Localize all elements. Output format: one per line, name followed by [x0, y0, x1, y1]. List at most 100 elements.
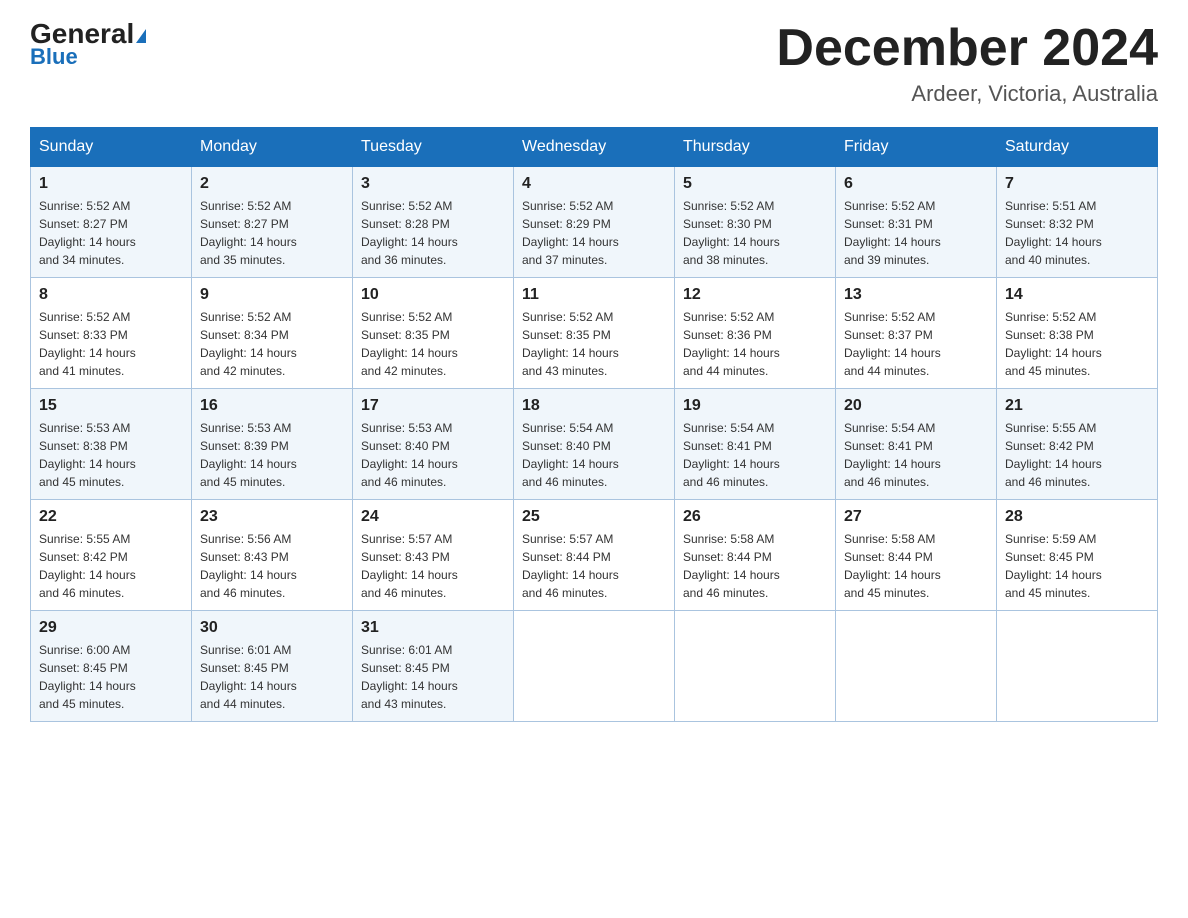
- day-info: Sunrise: 5:52 AMSunset: 8:37 PMDaylight:…: [844, 308, 988, 380]
- day-info: Sunrise: 6:00 AMSunset: 8:45 PMDaylight:…: [39, 641, 183, 713]
- day-number: 12: [683, 286, 827, 304]
- day-info: Sunrise: 5:52 AMSunset: 8:30 PMDaylight:…: [683, 197, 827, 269]
- calendar-cell: 31 Sunrise: 6:01 AMSunset: 8:45 PMDayligh…: [353, 611, 514, 722]
- calendar-day-header: Wednesday: [514, 128, 675, 167]
- calendar-cell: 8 Sunrise: 5:52 AMSunset: 8:33 PMDaylight…: [31, 278, 192, 389]
- day-number: 2: [200, 175, 344, 193]
- calendar-cell: 25 Sunrise: 5:57 AMSunset: 8:44 PMDayligh…: [514, 500, 675, 611]
- calendar-cell: 2 Sunrise: 5:52 AMSunset: 8:27 PMDaylight…: [192, 167, 353, 278]
- day-info: Sunrise: 5:58 AMSunset: 8:44 PMDaylight:…: [844, 530, 988, 602]
- title-area: December 2024 Ardeer, Victoria, Australi…: [776, 20, 1158, 107]
- day-info: Sunrise: 5:53 AMSunset: 8:40 PMDaylight:…: [361, 419, 505, 491]
- day-info: Sunrise: 5:54 AMSunset: 8:40 PMDaylight:…: [522, 419, 666, 491]
- day-info: Sunrise: 5:59 AMSunset: 8:45 PMDaylight:…: [1005, 530, 1149, 602]
- day-info: Sunrise: 5:52 AMSunset: 8:35 PMDaylight:…: [522, 308, 666, 380]
- logo-blue: Blue: [30, 44, 78, 70]
- calendar-day-header: Tuesday: [353, 128, 514, 167]
- calendar-week-row: 15 Sunrise: 5:53 AMSunset: 8:38 PMDayligh…: [31, 389, 1158, 500]
- day-number: 4: [522, 175, 666, 193]
- calendar-cell: 9Sunrise: 5:52 AMSunset: 8:34 PMDaylight…: [192, 278, 353, 389]
- day-number: 31: [361, 619, 505, 637]
- day-number: 24: [361, 508, 505, 526]
- calendar-cell: 23Sunrise: 5:56 AMSunset: 8:43 PMDayligh…: [192, 500, 353, 611]
- calendar-week-row: 22Sunrise: 5:55 AMSunset: 8:42 PMDayligh…: [31, 500, 1158, 611]
- calendar-table: SundayMondayTuesdayWednesdayThursdayFrid…: [30, 127, 1158, 722]
- calendar-day-header: Sunday: [31, 128, 192, 167]
- calendar-cell: [836, 611, 997, 722]
- day-number: 11: [522, 286, 666, 304]
- calendar-cell: 18 Sunrise: 5:54 AMSunset: 8:40 PMDayligh…: [514, 389, 675, 500]
- day-number: 6: [844, 175, 988, 193]
- day-number: 5: [683, 175, 827, 193]
- page-header: General Blue December 2024 Ardeer, Victo…: [30, 20, 1158, 107]
- day-info: Sunrise: 5:52 AMSunset: 8:27 PMDaylight:…: [200, 197, 344, 269]
- day-info: Sunrise: 5:52 AMSunset: 8:28 PMDaylight:…: [361, 197, 505, 269]
- day-info: Sunrise: 5:57 AMSunset: 8:43 PMDaylight:…: [361, 530, 505, 602]
- day-info: Sunrise: 5:52 AMSunset: 8:29 PMDaylight:…: [522, 197, 666, 269]
- day-number: 20: [844, 397, 988, 415]
- month-title: December 2024: [776, 20, 1158, 77]
- calendar-day-header: Saturday: [997, 128, 1158, 167]
- day-number: 7: [1005, 175, 1149, 193]
- calendar-header-row: SundayMondayTuesdayWednesdayThursdayFrid…: [31, 128, 1158, 167]
- day-number: 18: [522, 397, 666, 415]
- day-number: 19: [683, 397, 827, 415]
- calendar-cell: [675, 611, 836, 722]
- calendar-cell: 17 Sunrise: 5:53 AMSunset: 8:40 PMDayligh…: [353, 389, 514, 500]
- day-info: Sunrise: 5:58 AMSunset: 8:44 PMDaylight:…: [683, 530, 827, 602]
- calendar-cell: 19Sunrise: 5:54 AMSunset: 8:41 PMDayligh…: [675, 389, 836, 500]
- calendar-cell: 27 Sunrise: 5:58 AMSunset: 8:44 PMDayligh…: [836, 500, 997, 611]
- calendar-day-header: Monday: [192, 128, 353, 167]
- logo-triangle-icon: [136, 29, 146, 43]
- calendar-cell: 14 Sunrise: 5:52 AMSunset: 8:38 PMDayligh…: [997, 278, 1158, 389]
- calendar-cell: 6 Sunrise: 5:52 AMSunset: 8:31 PMDaylight…: [836, 167, 997, 278]
- calendar-cell: 30 Sunrise: 6:01 AMSunset: 8:45 PMDayligh…: [192, 611, 353, 722]
- day-number: 26: [683, 508, 827, 526]
- day-number: 17: [361, 397, 505, 415]
- calendar-cell: 12 Sunrise: 5:52 AMSunset: 8:36 PMDayligh…: [675, 278, 836, 389]
- day-number: 9: [200, 286, 344, 304]
- calendar-cell: 10 Sunrise: 5:52 AMSunset: 8:35 PMDayligh…: [353, 278, 514, 389]
- calendar-cell: 28 Sunrise: 5:59 AMSunset: 8:45 PMDayligh…: [997, 500, 1158, 611]
- day-info: Sunrise: 5:51 AMSunset: 8:32 PMDaylight:…: [1005, 197, 1149, 269]
- day-number: 29: [39, 619, 183, 637]
- day-number: 15: [39, 397, 183, 415]
- day-info: Sunrise: 5:52 AMSunset: 8:31 PMDaylight:…: [844, 197, 988, 269]
- day-number: 27: [844, 508, 988, 526]
- day-number: 28: [1005, 508, 1149, 526]
- day-number: 25: [522, 508, 666, 526]
- day-number: 8: [39, 286, 183, 304]
- calendar-cell: 26 Sunrise: 5:58 AMSunset: 8:44 PMDayligh…: [675, 500, 836, 611]
- calendar-cell: 7 Sunrise: 5:51 AMSunset: 8:32 PMDaylight…: [997, 167, 1158, 278]
- day-info: Sunrise: 5:52 AMSunset: 8:36 PMDaylight:…: [683, 308, 827, 380]
- day-number: 30: [200, 619, 344, 637]
- day-info: Sunrise: 5:52 AMSunset: 8:33 PMDaylight:…: [39, 308, 183, 380]
- calendar-week-row: 29 Sunrise: 6:00 AMSunset: 8:45 PMDayligh…: [31, 611, 1158, 722]
- calendar-week-row: 8 Sunrise: 5:52 AMSunset: 8:33 PMDaylight…: [31, 278, 1158, 389]
- calendar-cell: 20 Sunrise: 5:54 AMSunset: 8:41 PMDayligh…: [836, 389, 997, 500]
- day-number: 22: [39, 508, 183, 526]
- day-info: Sunrise: 5:53 AMSunset: 8:38 PMDaylight:…: [39, 419, 183, 491]
- day-info: Sunrise: 5:52 AMSunset: 8:35 PMDaylight:…: [361, 308, 505, 380]
- calendar-cell: 29 Sunrise: 6:00 AMSunset: 8:45 PMDayligh…: [31, 611, 192, 722]
- day-info: Sunrise: 5:54 AMSunset: 8:41 PMDaylight:…: [844, 419, 988, 491]
- day-info: Sunrise: 5:52 AMSunset: 8:38 PMDaylight:…: [1005, 308, 1149, 380]
- day-number: 1: [39, 175, 183, 193]
- day-number: 10: [361, 286, 505, 304]
- calendar-week-row: 1 Sunrise: 5:52 AMSunset: 8:27 PMDaylight…: [31, 167, 1158, 278]
- day-number: 14: [1005, 286, 1149, 304]
- calendar-cell: [997, 611, 1158, 722]
- calendar-day-header: Thursday: [675, 128, 836, 167]
- location: Ardeer, Victoria, Australia: [776, 81, 1158, 107]
- calendar-cell: 5 Sunrise: 5:52 AMSunset: 8:30 PMDaylight…: [675, 167, 836, 278]
- calendar-cell: 13Sunrise: 5:52 AMSunset: 8:37 PMDayligh…: [836, 278, 997, 389]
- day-info: Sunrise: 6:01 AMSunset: 8:45 PMDaylight:…: [361, 641, 505, 713]
- day-info: Sunrise: 6:01 AMSunset: 8:45 PMDaylight:…: [200, 641, 344, 713]
- calendar-cell: [514, 611, 675, 722]
- calendar-cell: 3Sunrise: 5:52 AMSunset: 8:28 PMDaylight…: [353, 167, 514, 278]
- logo: General Blue: [30, 20, 146, 70]
- calendar-cell: 22Sunrise: 5:55 AMSunset: 8:42 PMDayligh…: [31, 500, 192, 611]
- day-info: Sunrise: 5:57 AMSunset: 8:44 PMDaylight:…: [522, 530, 666, 602]
- calendar-day-header: Friday: [836, 128, 997, 167]
- day-info: Sunrise: 5:53 AMSunset: 8:39 PMDaylight:…: [200, 419, 344, 491]
